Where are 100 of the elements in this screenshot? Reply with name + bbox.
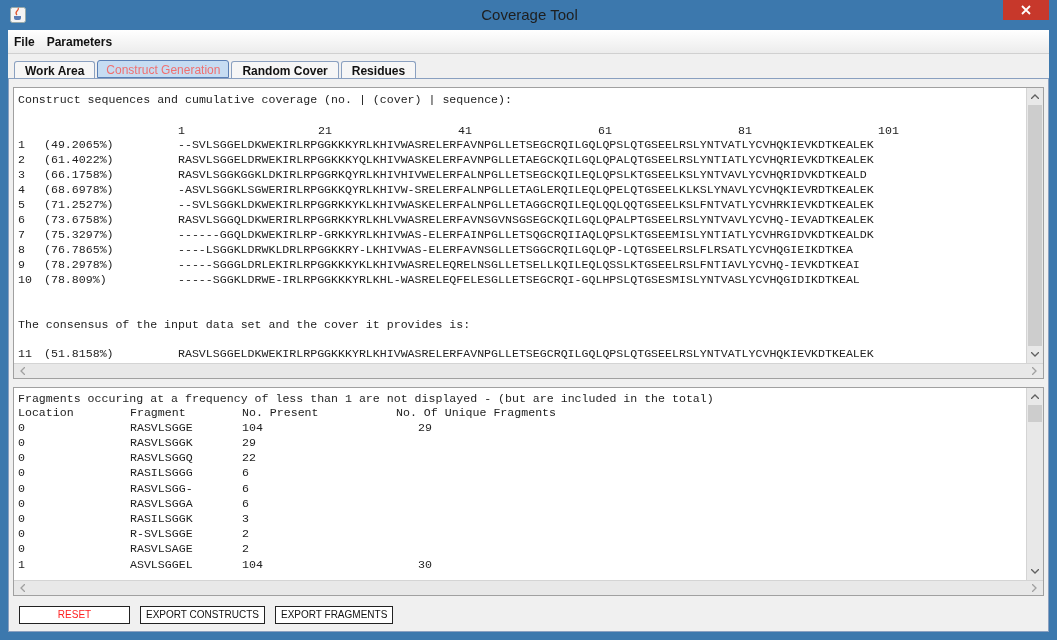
table-cell: 1 <box>18 557 25 571</box>
reset-button[interactable]: RESET <box>19 605 130 624</box>
column-header: No. Present <box>242 404 320 421</box>
table-cell: 0 <box>18 481 25 495</box>
construct-number: 6 <box>18 211 26 228</box>
sequence-text: RASVLSGGELDKWEKIRLRPGGKKKYRLKHIVWASRELERFAVNPGLLETSEGCRQILGQLQPSLQTGSEELRSLYNTVATLYCVHQKIEVKDTKEALEK <box>178 345 874 362</box>
ruler-number: 21 <box>318 123 333 137</box>
coverage-percent: (61.4022%) <box>43 151 115 168</box>
construct-number: 3 <box>18 166 26 183</box>
table-cell: RASVLSGGQ <box>130 451 193 465</box>
coverage-percent: (49.2065%) <box>43 136 115 153</box>
menu-item[interactable]: Parameters <box>46 32 113 51</box>
horizontal-scrollbar[interactable] <box>14 363 1043 378</box>
ruler-number: 101 <box>878 123 899 137</box>
table-cell: 2 <box>242 527 249 541</box>
construct-header: Construct sequences and cumulative coverage (no. | (cover) | sequence): <box>18 92 513 106</box>
sequence-text: -----SGGGLDRLEKIRLRPGGKKKYKLKHIVWASRELEQRELNSGLLETSELLKQILEQLQSSLKTGSEELRSLFNTIAVLYCVHQ-IEVKDTKEAI <box>178 256 860 273</box>
column-header: No. Of Unique Fragments <box>396 404 557 421</box>
table-cell: RASILSGGK <box>130 512 193 526</box>
table-cell: RASVLSAGE <box>130 542 193 556</box>
table-cell: 29 <box>242 436 256 450</box>
construct-number: 10 <box>18 271 33 288</box>
table-cell: 104 <box>242 420 263 434</box>
construct-number: 7 <box>18 226 26 243</box>
sequence-text: ----LSGGKLDRWKLDRLRPGGKKRY-LKHIVWAS-ELERFAVNSGLLETSGGCRQILGQLQP-LQTGSEELRSLFLRSATLYCVHQGIEIKDTKEA <box>178 241 853 258</box>
scroll-left-icon[interactable] <box>20 584 25 592</box>
table-cell: RASVLSGG- <box>130 481 193 495</box>
table-cell: RASILSGGG <box>130 466 193 480</box>
column-header: Fragment <box>130 404 187 421</box>
scroll-right-icon[interactable] <box>1032 367 1037 375</box>
sequence-text: --SVLSGGKLDKWEKIRLRPGGRKKYKLKHIVWASKELERFALNPGLLETAGGCRQILEQLQQLQQTGSEELKSLFNTVATLYCVHRKIEVKDTKEALEK <box>178 196 874 213</box>
table-cell: 30 <box>418 557 432 571</box>
horizontal-scrollbar[interactable] <box>14 580 1043 595</box>
scroll-right-icon[interactable] <box>1032 584 1037 592</box>
construct-number: 11 <box>18 345 33 362</box>
coverage-percent: (68.6978%) <box>43 181 115 198</box>
consensus-header: The consensus of the input data set and the cover it provides is: <box>18 317 472 331</box>
construct-number: 9 <box>18 256 26 273</box>
scroll-down-icon[interactable] <box>1031 352 1039 357</box>
table-cell: 0 <box>18 451 25 465</box>
construct-number: 2 <box>18 151 26 168</box>
ruler-number: 81 <box>738 123 753 137</box>
sequence-text: -ASVLSGGKLSGWERIRLRPGGKKQYRLKHIVW-SRELERFALNPGLLETAGLERQILEQLQPELQTGSEELKLKSLYNAVLYCVHQKIEVRDTKEALEK <box>178 181 874 198</box>
scroll-down-icon[interactable] <box>1031 569 1039 574</box>
close-icon <box>1021 5 1031 15</box>
export-button[interactable]: EXPORT FRAGMENTS <box>275 605 394 624</box>
table-cell: R-SVLSGGE <box>130 527 193 541</box>
coverage-percent: (66.1758%) <box>43 166 115 183</box>
table-cell: 0 <box>18 420 25 434</box>
table-cell: RASVLSGGK <box>130 436 193 450</box>
column-header: Location <box>18 404 75 421</box>
vertical-scrollbar[interactable] <box>1026 388 1043 580</box>
sequence-text: -----SGGKLDRWE-IRLRPGGKKKYRLKHL-WASRELEQFELESGLLETSEGCRQI-GQLHPSLQTGSESMISLYNTVASLYCVHQGIDIKDTKEAL <box>178 271 860 288</box>
table-cell: 2 <box>242 542 249 556</box>
table-cell: RASVLSGGE <box>130 420 193 434</box>
menu-item[interactable]: File <box>14 32 35 51</box>
table-cell: 6 <box>242 466 249 480</box>
scroll-thumb[interactable] <box>1028 405 1042 422</box>
scroll-up-icon[interactable] <box>1031 94 1039 99</box>
table-cell: 0 <box>18 527 25 541</box>
coverage-percent: (51.8158%) <box>43 345 115 362</box>
tab[interactable]: Work Area <box>14 61 96 78</box>
coverage-percent: (75.3297%) <box>43 226 115 243</box>
table-cell: 29 <box>418 420 432 434</box>
ruler-number: 41 <box>458 123 473 137</box>
scroll-thumb[interactable] <box>1028 105 1042 346</box>
coverage-percent: (78.809%) <box>43 271 108 288</box>
scroll-up-icon[interactable] <box>1031 394 1039 399</box>
sequence-text: RASVLSGGQLDKWERIRLRPGGRKKYRLKHLVWASRELERFAVNSGVNSGSEGCKQILGQLQPALPTGSEELRSLYNTVAVLYCVHQ-IEVADTKEALEK <box>178 211 874 228</box>
table-cell: 0 <box>18 512 25 526</box>
ruler-number: 1 <box>178 123 186 137</box>
close-button[interactable] <box>1003 0 1049 20</box>
table-cell: 0 <box>18 496 25 510</box>
fragment-note: Fragments occuring at a frequency of less than 1 are not displayed - (but are included in the total) <box>18 391 715 405</box>
coverage-percent: (76.7865%) <box>43 241 115 258</box>
export-button[interactable]: EXPORT CONSTRUCTS <box>140 605 265 624</box>
construct-number: 4 <box>18 181 26 198</box>
coverage-percent: (78.2978%) <box>43 256 115 273</box>
construct-number: 1 <box>18 136 26 153</box>
tab[interactable]: Residues <box>340 61 417 78</box>
construct-number: 8 <box>18 241 26 258</box>
table-cell: 6 <box>242 496 249 510</box>
table-cell: 6 <box>242 481 249 495</box>
table-cell: 104 <box>242 557 263 571</box>
ruler-number: 61 <box>598 123 613 137</box>
coverage-percent: (71.2527%) <box>43 196 115 213</box>
coverage-percent: (73.6758%) <box>43 211 115 228</box>
tab[interactable]: Random Cover <box>231 61 339 78</box>
sequence-text: ------GGQLDKWEKIRLRP-GRKKYRLKHIVWAS-ELERFAINPGLLETSQGCRQIIAQLQPSLKTGSEEMISLYNTIATLYCVHRGIDVKDTKEALDK <box>178 226 874 243</box>
table-cell: 22 <box>242 451 256 465</box>
coffee-cup-icon <box>10 7 26 23</box>
table-cell: 0 <box>18 542 25 556</box>
table-cell: RASVLSGGA <box>130 496 193 510</box>
table-cell: 3 <box>242 512 249 526</box>
scroll-left-icon[interactable] <box>20 367 25 375</box>
construct-number: 5 <box>18 196 26 213</box>
sequence-text: --SVLSGGELDKWEKIRLRPGGKKKYRLKHIVWASRELERFAVNPGLLETSEGCRQILGQLQPSLQTGSEELRSLYNTVATLYCVHQKIEVKDTKEALEK <box>178 136 874 153</box>
vertical-scrollbar[interactable] <box>1026 88 1043 363</box>
table-cell: 0 <box>18 466 25 480</box>
table-cell: 0 <box>18 436 25 450</box>
